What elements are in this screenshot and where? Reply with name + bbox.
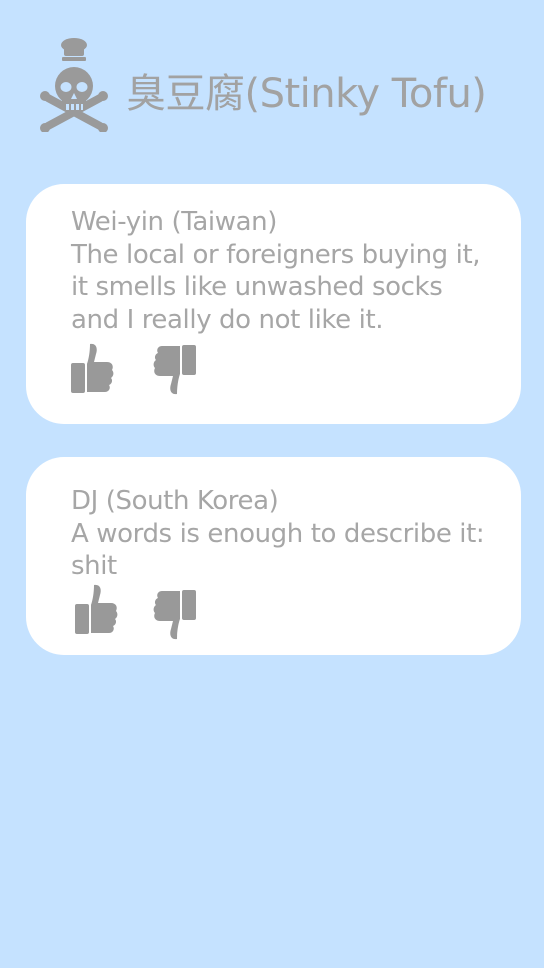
review-content: DJ (South Korea) A words is enough to de… — [71, 485, 491, 583]
review-content: Wei-yin (Taiwan) The local or foreigners… — [71, 206, 491, 336]
thumbs-down-icon[interactable] — [153, 344, 197, 396]
review-line: and I really do not like it. — [71, 304, 384, 335]
chef-skull-crossbones-icon — [40, 38, 108, 132]
review-line: The local or foreigners buying it, — [71, 239, 481, 270]
page-title: 臭豆腐(Stinky Tofu) — [126, 71, 487, 117]
review-card: Wei-yin (Taiwan) The local or foreigners… — [26, 184, 521, 424]
review-card: DJ (South Korea) A words is enough to de… — [26, 457, 521, 655]
review-author: DJ (South Korea) — [71, 486, 279, 516]
review-line: A words is enough to describe it: — [71, 518, 485, 549]
review-author: Wei-yin (Taiwan) — [71, 207, 277, 237]
review-line: it smells like unwashed socks — [71, 272, 443, 302]
review-line: shit — [71, 551, 117, 581]
thumbs-down-icon[interactable] — [153, 589, 197, 641]
thumbs-up-icon[interactable] — [70, 342, 114, 394]
app-header: 臭豆腐(Stinky Tofu) — [40, 36, 520, 136]
thumbs-up-icon[interactable] — [74, 583, 118, 635]
